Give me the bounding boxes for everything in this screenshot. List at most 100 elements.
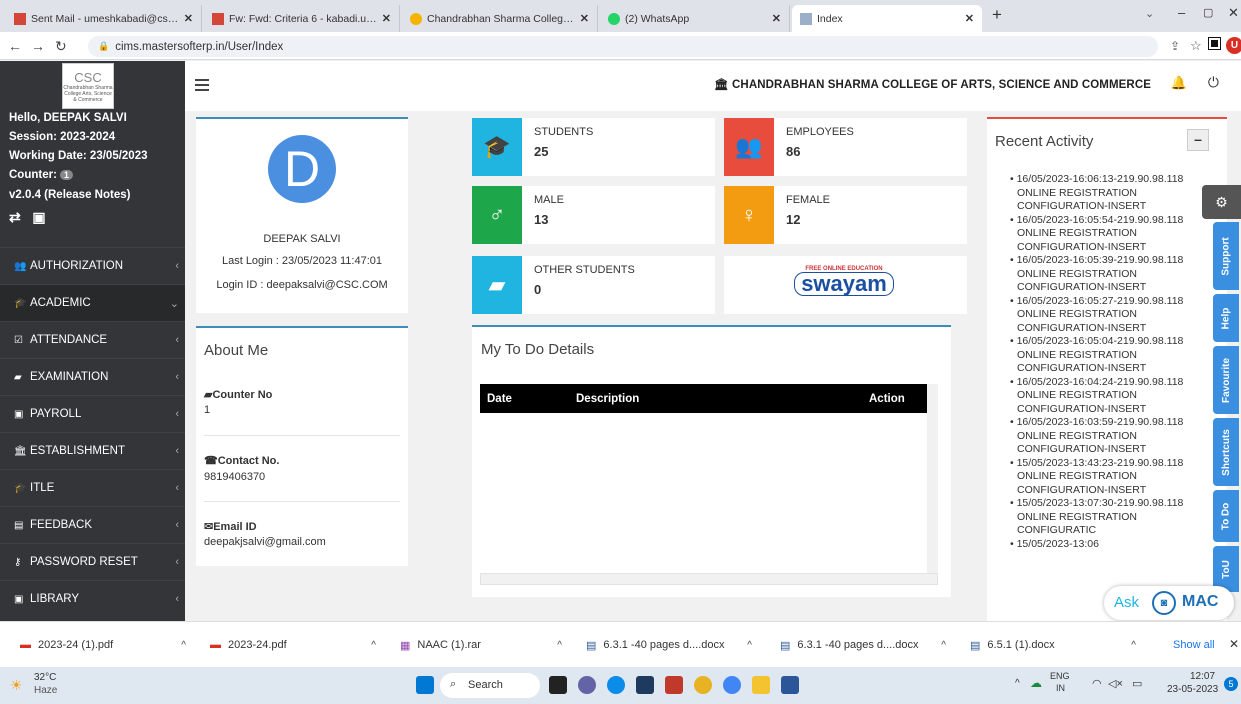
download-item[interactable]: ▬ 2023-24.pdf ^ [196, 622, 386, 668]
chevron-up-icon[interactable]: ^ [371, 640, 376, 651]
hamburger-menu-icon[interactable] [195, 79, 209, 91]
version-link[interactable]: v2.0.4 (Release Notes) [9, 189, 130, 201]
menu-library[interactable]: ▣ LIBRARY ‹ [0, 580, 185, 617]
store-icon[interactable] [636, 676, 654, 694]
clock-time[interactable]: 12:07 [1190, 671, 1215, 682]
tab-help[interactable]: Help [1213, 294, 1239, 342]
teams-icon[interactable] [578, 676, 596, 694]
menu-examination[interactable]: ▰ EXAMINATION ‹ [0, 358, 185, 395]
menu-establishment[interactable]: 🏛 ESTABLISHMENT ‹ [0, 432, 185, 469]
close-downloads-icon[interactable]: ✕ [1229, 637, 1239, 651]
stat-other-students[interactable]: ▰ OTHER STUDENTS 0 [472, 256, 715, 314]
close-tab-icon[interactable]: ✕ [965, 12, 974, 25]
chevron-up-icon[interactable]: ^ [1131, 640, 1136, 651]
download-item[interactable]: ▤ 6.5.1 (1).docx ^ [956, 622, 1146, 668]
forward-icon[interactable]: → [31, 38, 45, 54]
document-icon[interactable]: ▣ [32, 209, 45, 225]
close-tab-icon[interactable]: ✕ [184, 12, 193, 25]
url-bar[interactable]: 🔒 cims.mastersofterp.in/User/Index [88, 36, 1158, 57]
vertical-scrollbar[interactable] [927, 384, 938, 576]
chevron-up-icon[interactable]: ^ [181, 640, 186, 651]
tab-shortcuts[interactable]: Shortcuts [1213, 418, 1239, 486]
switch-icon[interactable]: ⇄ [9, 209, 21, 225]
lock-icon: 🔒 [98, 41, 110, 51]
close-window-button[interactable]: ✕ [1228, 5, 1239, 21]
edge-icon[interactable] [607, 676, 625, 694]
download-item[interactable]: ▤ 6.3.1 -40 pages d....docx ^ [572, 622, 762, 668]
power-icon[interactable]: ⏻ [1208, 74, 1219, 91]
browser-tab[interactable]: (2) WhatsApp ✕ [600, 5, 790, 32]
swayam-banner[interactable]: FREE ONLINE EDUCATION swayam [724, 256, 967, 314]
file-explorer-icon[interactable] [752, 676, 770, 694]
chrome-icon[interactable] [723, 676, 741, 694]
menu-payroll[interactable]: ▣ PAYROLL ‹ [0, 395, 185, 432]
wifi-icon[interactable]: ◠ [1092, 677, 1102, 690]
tray-cloud-icon[interactable]: ☁ [1030, 676, 1042, 690]
female-icon: ♀ [724, 186, 774, 244]
bell-icon[interactable]: 🔔 [1171, 75, 1187, 91]
menu-feedback[interactable]: ▤ FEEDBACK ‹ [0, 506, 185, 543]
maximize-button[interactable]: ▢ [1203, 6, 1213, 19]
tray-chevron-icon[interactable]: ^ [1015, 678, 1020, 689]
menu-password-reset[interactable]: ⚷ PASSWORD RESET ‹ [0, 543, 185, 580]
profile-avatar[interactable]: U [1226, 37, 1241, 54]
weather-temp: 32°C [34, 672, 57, 683]
graduation-cap-icon: 🎓 [472, 118, 522, 176]
key-icon: ⚷ [14, 556, 22, 568]
close-tab-icon[interactable]: ✕ [772, 12, 781, 25]
bookmark-star-icon[interactable]: ☆ [1190, 38, 1202, 54]
settings-gear-icon[interactable]: ⚙ [1202, 185, 1241, 219]
chevron-up-icon[interactable]: ^ [941, 640, 946, 651]
stat-female[interactable]: ♀ FEMALE 12 [724, 186, 967, 244]
close-tab-icon[interactable]: ✕ [382, 12, 391, 25]
share-icon[interactable]: ⇪ [1170, 39, 1180, 53]
menu-itle[interactable]: 🎓 ITLE ‹ [0, 469, 185, 506]
reload-icon[interactable]: ↻ [55, 38, 67, 55]
menu-academic[interactable]: 🎓 ACADEMIC ⌄ [0, 284, 185, 321]
stat-male[interactable]: ♂ MALE 13 [472, 186, 715, 244]
region-text[interactable]: IN [1056, 683, 1065, 693]
menu-attendance[interactable]: ☑ ATTENDANCE ‹ [0, 321, 185, 358]
pdf-icon: ▬ [20, 639, 31, 651]
weather-icon[interactable]: ☀ [10, 677, 23, 694]
word-icon[interactable] [781, 676, 799, 694]
lang-text[interactable]: ENG [1050, 671, 1070, 681]
browser-tab[interactable]: Fw: Fwd: Criteria 6 - kabadi.umes ✕ [204, 5, 400, 32]
tab-favourite[interactable]: Favourite [1213, 346, 1239, 414]
volume-icon[interactable]: ◁× [1108, 677, 1123, 690]
notification-badge[interactable]: 5 [1224, 677, 1238, 691]
app-icon[interactable] [665, 676, 683, 694]
show-all-link[interactable]: Show all [1173, 639, 1215, 651]
browser-tab[interactable]: Chandrabhan Sharma College – ✕ [402, 5, 598, 32]
taskbar-search[interactable]: ⌕ Search [440, 673, 540, 698]
battery-icon[interactable]: ▭ [1132, 677, 1142, 690]
clock-date[interactable]: 23-05-2023 [1167, 684, 1218, 695]
ask-mac-widget[interactable]: Ask ◙ MAC [1104, 586, 1234, 620]
stat-students[interactable]: 🎓 STUDENTS 25 [472, 118, 715, 176]
chrome-icon[interactable] [694, 676, 712, 694]
stat-employees[interactable]: 👥 EMPLOYEES 86 [724, 118, 967, 176]
download-item[interactable]: ▤ 6.3.1 -40 pages d....docx ^ [766, 622, 956, 668]
browser-tab-active[interactable]: Index ✕ [792, 5, 982, 32]
windows-start-icon[interactable] [416, 676, 434, 694]
tab-support[interactable]: Support [1213, 222, 1239, 290]
tab-todo[interactable]: To Do [1213, 490, 1239, 542]
minimize-button[interactable]: – [1178, 5, 1185, 20]
horizontal-scrollbar[interactable] [480, 573, 938, 585]
download-item[interactable]: ▦ NAAC (1).rar ^ [386, 622, 572, 668]
task-view-icon[interactable] [549, 676, 567, 694]
new-tab-button[interactable]: + [992, 5, 1002, 25]
browser-tab[interactable]: Sent Mail - umeshkabadi@cscoll ✕ [6, 5, 202, 32]
working-date-text: Working Date: 23/05/2023 [9, 150, 148, 162]
close-tab-icon[interactable]: ✕ [580, 12, 589, 25]
chevron-up-icon[interactable]: ^ [747, 640, 752, 651]
download-item[interactable]: ▬ 2023-24 (1).pdf ^ [6, 622, 196, 668]
back-icon[interactable]: ← [8, 38, 22, 54]
chevron-up-icon[interactable]: ^ [557, 640, 562, 651]
menu-authorization[interactable]: 👥 AUTHORIZATION ‹ [0, 247, 185, 284]
last-login: Last Login : 23/05/2023 11:47:01 [221, 255, 383, 267]
tab-search-icon[interactable]: ⌄ [1145, 7, 1154, 20]
sidepanel-icon[interactable] [1208, 37, 1221, 50]
collapse-button[interactable]: – [1187, 129, 1209, 151]
greeting-text: Hello, DEEPAK SALVI [9, 112, 127, 124]
